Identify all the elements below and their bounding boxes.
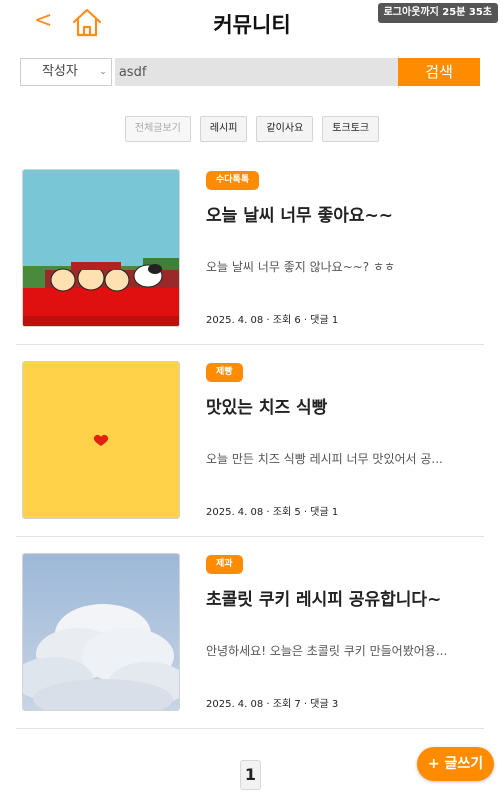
post-thumbnail	[22, 361, 180, 519]
post-item[interactable]: 제빵 맛있는 치즈 식빵 오늘 만든 치즈 식빵 레시피 너무 맛있어서 공..…	[16, 361, 484, 537]
logout-timer-badge: 로그아웃까지 25분 35초	[377, 3, 498, 23]
tab-group-buy[interactable]: 같이사요	[256, 116, 314, 142]
category-tabs: 전체글보기 레시피 같이사요 토크토크	[0, 116, 504, 142]
post-meta: 2025. 4. 08 · 조회 7 · 댓글 3	[206, 699, 339, 710]
search-input[interactable]	[114, 58, 399, 86]
tab-all-posts[interactable]: 전체글보기	[124, 116, 191, 142]
search-button[interactable]: 검색	[398, 58, 480, 86]
search-field-selected: 작성자	[41, 64, 78, 79]
post-title: 맛있는 치즈 식빵	[206, 398, 328, 418]
yellow-heart-image	[23, 362, 179, 518]
post-excerpt: 오늘 날씨 너무 좋지 않나요~~? ㅎㅎ	[206, 260, 396, 274]
post-excerpt: 안녕하세요! 오늘은 초콜릿 쿠키 만들어봤어용...	[206, 644, 448, 658]
tab-recipe[interactable]: 레시피	[199, 116, 248, 142]
post-thumbnail	[22, 553, 180, 711]
post-excerpt: 오늘 만든 치즈 식빵 레시피 너무 맛있어서 공...	[206, 452, 443, 466]
category-badge: 제과	[206, 555, 243, 574]
page-number-button[interactable]: 1	[240, 760, 261, 790]
category-badge: 제빵	[206, 363, 243, 382]
post-title: 오늘 날씨 너무 좋아요~~	[206, 206, 394, 226]
write-post-button[interactable]: + 글쓰기	[417, 747, 494, 781]
cloud-sky-image	[23, 554, 179, 710]
post-title: 초콜릿 쿠키 레시피 공유합니다~	[206, 590, 442, 610]
cartoon-car-image	[23, 170, 179, 326]
post-meta: 2025. 4. 08 · 조회 5 · 댓글 1	[206, 507, 339, 518]
post-item[interactable]: 제과 초콜릿 쿠키 레시피 공유합니다~ 안녕하세요! 오늘은 초콜릿 쿠키 만…	[16, 553, 484, 729]
search-field-select[interactable]: 작성자 ⌄	[20, 58, 112, 86]
chevron-down-icon: ⌄	[99, 67, 107, 77]
header: < 커뮤니티 로그아웃까지 25분 35초	[0, 0, 504, 46]
search-bar: 작성자 ⌄ 검색	[20, 58, 480, 86]
category-badge: 수다톡톡	[206, 171, 260, 190]
post-meta: 2025. 4. 08 · 조회 6 · 댓글 1	[206, 315, 339, 326]
post-item[interactable]: 수다톡톡 오늘 날씨 너무 좋아요~~ 오늘 날씨 너무 좋지 않나요~~? ㅎ…	[16, 169, 484, 345]
tab-talk[interactable]: 토크토크	[322, 116, 380, 142]
post-thumbnail	[22, 169, 180, 327]
